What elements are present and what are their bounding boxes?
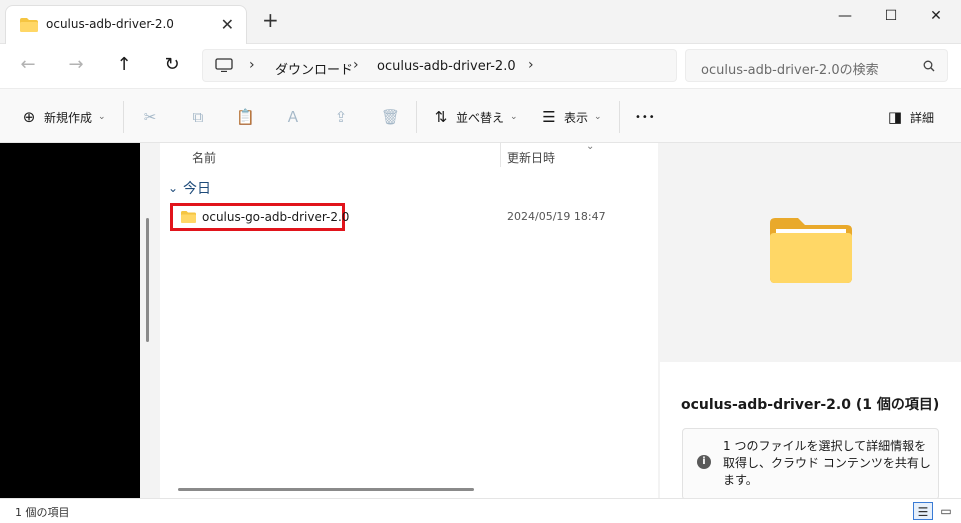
up-icon[interactable]: ↑ <box>110 54 138 78</box>
info-text: 1 つのファイルを選択して詳細情報を取得し、クラウド コンテンツを共有します。 <box>723 439 931 487</box>
navigation-bar: ← → ↑ ↻ › ダウンロード › oculus-adb-driver-2.0… <box>0 44 961 88</box>
more-options-button[interactable]: ••• <box>635 106 656 128</box>
item-count: 1 個の項目 <box>15 506 70 519</box>
folder-icon <box>770 218 852 283</box>
new-tab-button[interactable]: + <box>262 10 279 30</box>
file-name: oculus-go-adb-driver-2.0 <box>202 210 350 224</box>
rename-icon: Ａ <box>285 108 301 126</box>
navigation-pane <box>0 143 140 498</box>
view-label: 表示 <box>564 110 589 125</box>
paste-button[interactable]: 📋 <box>236 106 255 128</box>
divider <box>619 101 620 133</box>
details-label: 詳細 <box>910 110 935 125</box>
preview-area <box>660 143 961 362</box>
sort-button[interactable]: ⇅ 並べ替え ⌄ <box>432 106 518 128</box>
sort-arrows-icon: ⇅ <box>434 108 448 126</box>
divider <box>416 101 417 133</box>
details-button[interactable]: ◨ 詳細 <box>886 106 934 128</box>
clipboard-icon: 📋 <box>236 108 255 126</box>
large-icons-view-icon[interactable]: ▭ <box>936 502 956 520</box>
search-input[interactable]: oculus-adb-driver-2.0の検索 <box>701 59 879 78</box>
chevron-down-icon: ⌄ <box>510 112 518 122</box>
address-bar[interactable]: › ダウンロード › oculus-adb-driver-2.0 › <box>202 49 677 82</box>
details-pane-icon: ◨ <box>887 108 903 126</box>
copy-icon: ⧉ <box>192 108 204 126</box>
share-button[interactable]: ⇪ <box>332 106 350 128</box>
back-icon[interactable]: ← <box>14 54 42 78</box>
cut-button[interactable]: ✂ <box>141 106 159 128</box>
file-list: 名前 更新日時 ⌄ ⌄ 今日 oculus-go-adb-driver-2.0 … <box>160 141 658 498</box>
list-view-icon: ☰ <box>542 108 556 126</box>
chevron-down-icon: ⌄ <box>594 112 602 122</box>
folder-icon <box>181 211 196 223</box>
info-icon: i <box>697 455 711 469</box>
navigation-scrollbar[interactable] <box>146 218 149 342</box>
divider <box>123 101 124 133</box>
sort-label: 並べ替え <box>456 110 505 125</box>
breadcrumb-downloads[interactable]: ダウンロード <box>275 59 353 78</box>
status-bar: 1 個の項目 ☰ ▭ <box>0 498 961 523</box>
minimize-button[interactable]: — <box>830 4 860 28</box>
sort-chevron-icon: ⌄ <box>586 141 595 152</box>
new-button[interactable]: ⊕ 新規作成 ⌄ <box>20 106 106 128</box>
view-button[interactable]: ☰ 表示 ⌄ <box>540 106 602 128</box>
scissors-icon: ✂ <box>143 108 157 126</box>
selection-title: oculus-adb-driver-2.0 (1 個の項目) <box>681 397 940 413</box>
search-icon[interactable] <box>923 60 935 72</box>
folder-icon <box>20 18 38 32</box>
details-info: oculus-adb-driver-2.0 (1 個の項目) i 1 つのファイ… <box>660 362 961 500</box>
chevron-down-icon: ⌄ <box>98 112 106 122</box>
column-header-name[interactable]: 名前 <box>192 149 216 166</box>
file-modified-date: 2024/05/19 18:47 <box>507 210 606 223</box>
search-box[interactable]: oculus-adb-driver-2.0の検索 <box>685 49 948 82</box>
details-view-icon[interactable]: ☰ <box>913 502 933 520</box>
chevron-right-icon[interactable]: › <box>353 57 359 73</box>
close-button[interactable]: ✕ <box>921 4 951 28</box>
rename-button[interactable]: Ａ <box>284 106 302 128</box>
tab-active[interactable]: oculus-adb-driver-2.0 ✕ <box>5 5 247 44</box>
chevron-down-icon[interactable]: ⌄ <box>168 181 178 195</box>
computer-icon <box>215 58 233 72</box>
info-message: i 1 つのファイルを選択して詳細情報を取得し、クラウド コンテンツを共有します… <box>682 428 939 500</box>
details-pane: oculus-adb-driver-2.0 (1 個の項目) i 1 つのファイ… <box>660 143 961 500</box>
column-header-modified[interactable]: 更新日時 <box>507 149 555 166</box>
plus-circle-icon: ⊕ <box>22 108 36 126</box>
chevron-right-icon[interactable]: › <box>528 57 534 73</box>
refresh-icon[interactable]: ↻ <box>158 54 186 78</box>
breadcrumb-current-folder[interactable]: oculus-adb-driver-2.0 <box>377 59 516 74</box>
command-bar: ⊕ 新規作成 ⌄ ✂ ⧉ 📋 Ａ ⇪ 🗑 ⇅ 並べ替え ⌄ ☰ 表示 ⌄ •••… <box>0 88 961 143</box>
share-icon: ⇪ <box>334 108 348 126</box>
chevron-right-icon[interactable]: › <box>249 57 255 73</box>
new-label: 新規作成 <box>44 110 93 125</box>
trash-icon: 🗑 <box>381 108 401 126</box>
forward-icon[interactable]: → <box>62 54 90 78</box>
maximize-button[interactable]: ☐ <box>876 4 906 28</box>
tab-title: oculus-adb-driver-2.0 <box>46 17 174 31</box>
group-header-today[interactable]: 今日 <box>183 178 211 198</box>
list-item[interactable]: oculus-go-adb-driver-2.0 <box>170 203 349 231</box>
column-divider[interactable] <box>500 143 501 167</box>
title-bar: oculus-adb-driver-2.0 ✕ + — ☐ ✕ <box>0 0 961 44</box>
horizontal-scrollbar[interactable] <box>178 488 474 491</box>
tab-close-icon[interactable]: ✕ <box>221 15 234 34</box>
delete-button[interactable]: 🗑 <box>381 106 401 128</box>
copy-button[interactable]: ⧉ <box>189 106 207 128</box>
